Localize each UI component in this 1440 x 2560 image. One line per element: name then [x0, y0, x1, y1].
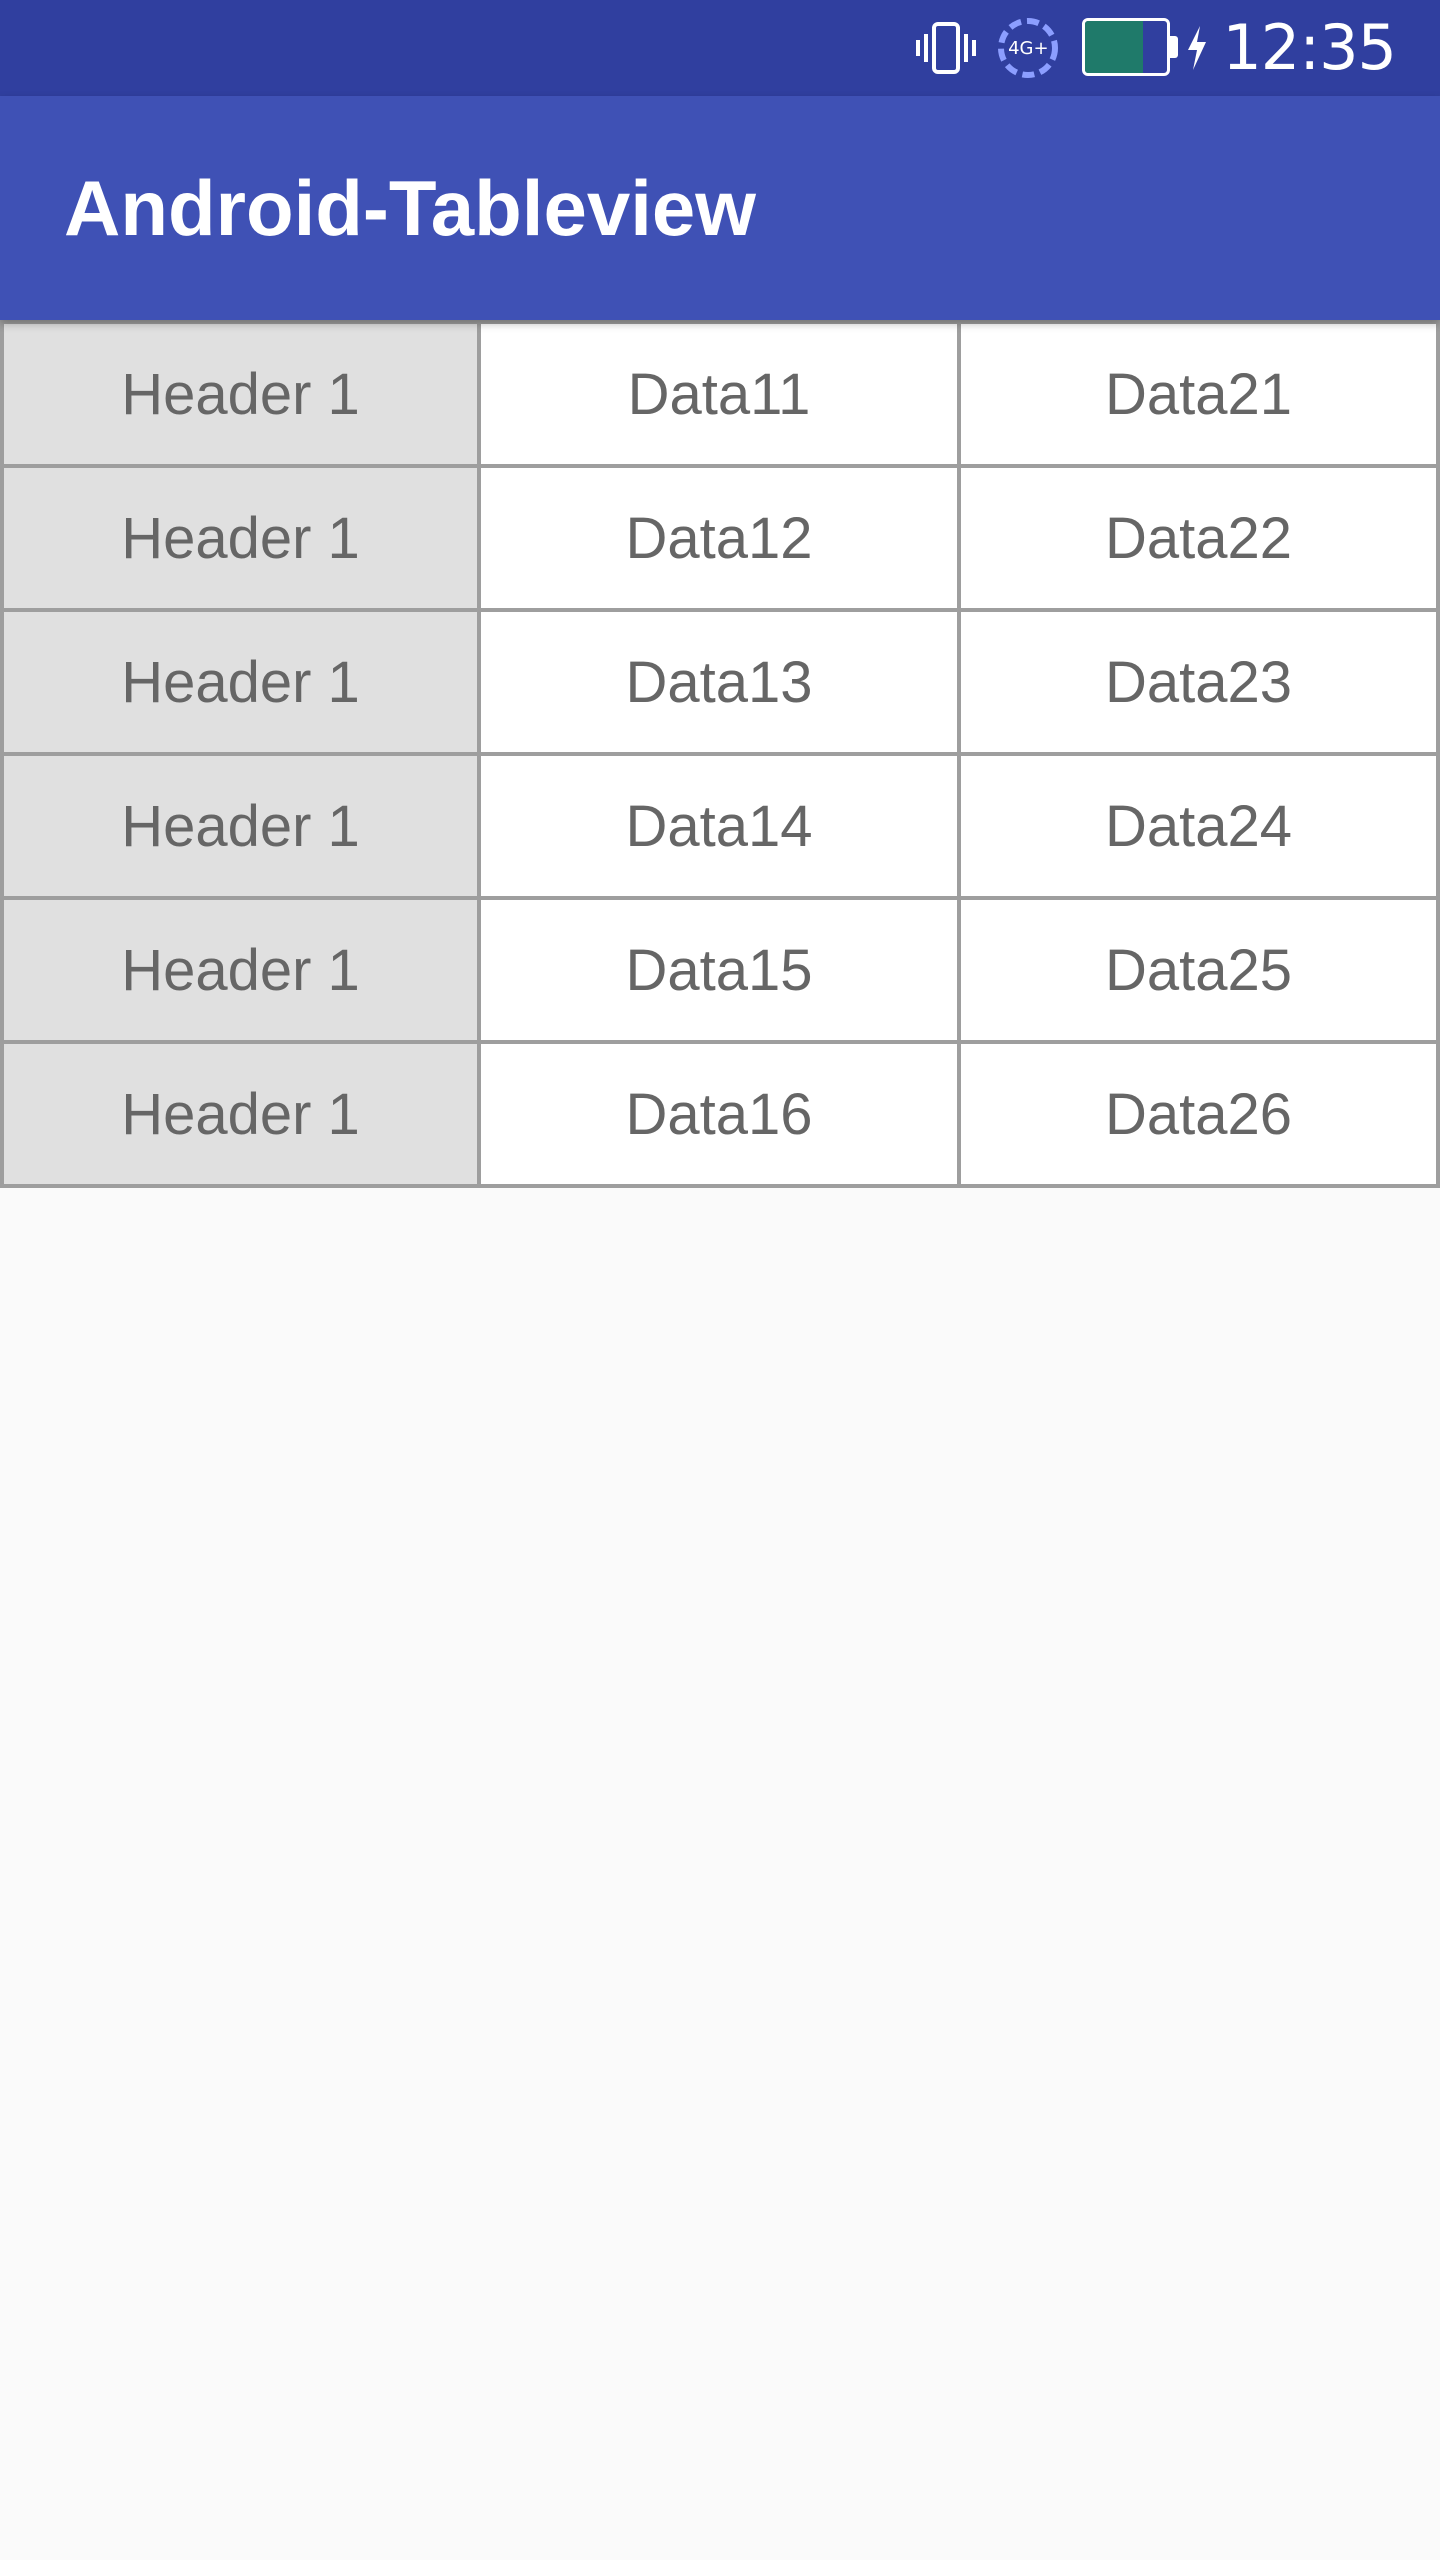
row-header-cell[interactable]: Header 1 — [4, 468, 481, 612]
vibrate-icon — [914, 18, 978, 78]
network-icon: 4G+ — [996, 16, 1060, 80]
row-header-cell[interactable]: Header 1 — [4, 900, 481, 1044]
row-header-cell[interactable]: Header 1 — [4, 756, 481, 900]
data-cell[interactable]: Data16 — [481, 1044, 961, 1188]
data-cell[interactable]: Data25 — [961, 900, 1440, 1044]
charging-icon — [1184, 24, 1210, 72]
status-time: 12:35 — [1222, 11, 1397, 84]
data-cell[interactable]: Data23 — [961, 612, 1440, 756]
data-cell[interactable]: Data26 — [961, 1044, 1440, 1188]
table-row: Header 1 Data15 Data25 — [4, 900, 1440, 1044]
status-bar: 4G+ 12:35 — [0, 0, 1440, 96]
data-cell[interactable]: Data21 — [961, 324, 1440, 468]
table-row: Header 1 Data11 Data21 — [4, 324, 1440, 468]
data-cell[interactable]: Data22 — [961, 468, 1440, 612]
row-header-cell[interactable]: Header 1 — [4, 1044, 481, 1188]
status-icons: 4G+ 12:35 — [914, 0, 1397, 96]
table-row: Header 1 Data13 Data23 — [4, 612, 1440, 756]
data-table: Header 1 Data11 Data21 Header 1 Data12 D… — [0, 320, 1440, 1188]
battery-level-fill — [1085, 21, 1143, 73]
data-cell[interactable]: Data14 — [481, 756, 961, 900]
table-row: Header 1 Data12 Data22 — [4, 468, 1440, 612]
battery-cap — [1170, 36, 1179, 58]
data-cell[interactable]: Data15 — [481, 900, 961, 1044]
data-cell[interactable]: Data13 — [481, 612, 961, 756]
data-cell[interactable]: Data24 — [961, 756, 1440, 900]
table-row: Header 1 Data14 Data24 — [4, 756, 1440, 900]
network-label: 4G+ — [1008, 37, 1049, 59]
table-row: Header 1 Data16 Data26 — [4, 1044, 1440, 1188]
row-header-cell[interactable]: Header 1 — [4, 612, 481, 756]
data-cell[interactable]: Data12 — [481, 468, 961, 612]
app-title: Android-Tableview — [64, 164, 756, 252]
battery-body — [1082, 18, 1171, 76]
row-header-cell[interactable]: Header 1 — [4, 324, 481, 468]
data-cell[interactable]: Data11 — [481, 324, 961, 468]
app-bar: Android-Tableview — [0, 96, 1440, 320]
battery-icon — [1082, 18, 1179, 78]
